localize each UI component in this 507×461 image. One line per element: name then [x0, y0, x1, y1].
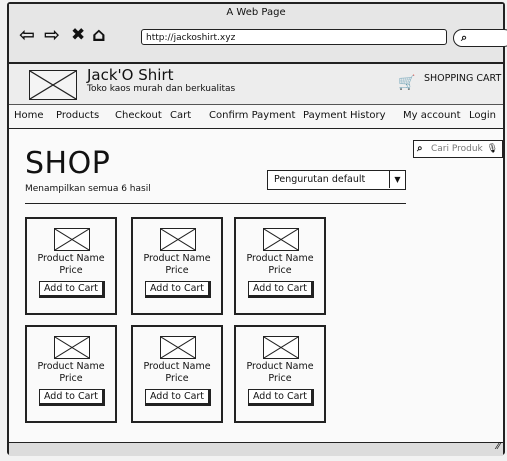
brand-tagline: Toko kaos murah dan berkualitas	[87, 84, 236, 94]
add-to-cart-button[interactable]: Add to Cart	[145, 389, 211, 406]
add-to-cart-button[interactable]: Add to Cart	[145, 281, 211, 298]
product-name[interactable]: Product Name	[27, 253, 115, 264]
product-search-placeholder: Cari Produk	[431, 144, 483, 154]
divider	[25, 203, 406, 204]
url-bar[interactable]: http://jackoshirt.xyz	[141, 29, 447, 45]
product-image-placeholder	[263, 336, 299, 359]
menu-item-payment-history[interactable]: Payment History	[303, 110, 386, 121]
site-header: Jack'O Shirt Toko kaos murah dan berkual…	[9, 64, 503, 105]
product-image-placeholder	[160, 336, 196, 359]
product-card[interactable]: Product Name Price Add to Cart	[25, 325, 117, 423]
product-name[interactable]: Product Name	[27, 361, 115, 372]
product-image-placeholder	[263, 228, 299, 251]
product-name[interactable]: Product Name	[133, 253, 221, 264]
browser-search-field[interactable]: ⌕	[453, 29, 507, 47]
sort-dropdown[interactable]: Pengurutan default ▼	[267, 170, 406, 190]
browser-window: A Web Page ⇦ ⇨ ✖ ⌂ http://jackoshirt.xyz…	[7, 2, 507, 456]
sort-selected-value: Pengurutan default	[274, 174, 366, 185]
product-card[interactable]: Product Name Price Add to Cart	[25, 217, 117, 315]
microphone-icon[interactable]: 🎙	[487, 141, 498, 157]
product-price: Price	[165, 373, 189, 384]
product-card[interactable]: Product Name Price Add to Cart	[131, 325, 223, 423]
product-name[interactable]: Product Name	[236, 361, 324, 372]
window-title: A Web Page	[226, 7, 286, 18]
back-arrow-icon[interactable]: ⇦	[19, 26, 35, 45]
close-icon[interactable]: ✖	[71, 26, 85, 44]
product-price: Price	[165, 265, 189, 276]
product-image-placeholder	[54, 336, 90, 359]
menu-item-confirm-payment[interactable]: Confirm Payment	[209, 110, 295, 121]
product-price: Price	[268, 265, 292, 276]
product-card[interactable]: Product Name Price Add to Cart	[131, 217, 223, 315]
product-price: Price	[59, 373, 83, 384]
product-price: Price	[59, 265, 83, 276]
logo-image-placeholder	[29, 70, 77, 100]
product-name[interactable]: Product Name	[236, 253, 324, 264]
browser-toolbar: A Web Page ⇦ ⇨ ✖ ⌂ http://jackoshirt.xyz…	[9, 4, 507, 64]
add-to-cart-button[interactable]: Add to Cart	[248, 389, 314, 406]
product-card[interactable]: Product Name Price Add to Cart	[234, 217, 326, 315]
product-image-placeholder	[160, 228, 196, 251]
menu-item-products[interactable]: Products	[56, 110, 99, 121]
add-to-cart-button[interactable]: Add to Cart	[248, 281, 314, 298]
menu-item-my-account[interactable]: My account	[403, 110, 461, 121]
forward-arrow-icon[interactable]: ⇨	[44, 26, 60, 45]
search-icon: ⌕	[417, 143, 423, 154]
add-to-cart-button[interactable]: Add to Cart	[39, 281, 105, 298]
product-price: Price	[268, 373, 292, 384]
shopping-cart-icon[interactable]: 🛒	[398, 75, 415, 91]
menu-item-home[interactable]: Home	[14, 110, 44, 121]
result-count: Menampilkan semua 6 hasil	[25, 184, 151, 194]
resize-handle-icon[interactable]: ⁄⁄	[497, 441, 500, 452]
search-icon: ⌕	[461, 31, 468, 44]
page-title: SHOP	[25, 146, 111, 181]
product-search-input[interactable]: ⌕ Cari Produk 🎙	[413, 140, 503, 158]
shopping-cart-link[interactable]: SHOPPING CART	[424, 73, 501, 84]
main-menu: Home Products Checkout Cart Confirm Paym…	[9, 106, 503, 129]
shop-content: SHOP Menampilkan semua 6 hasil Penguruta…	[9, 129, 503, 442]
product-card[interactable]: Product Name Price Add to Cart	[234, 325, 326, 423]
menu-item-login[interactable]: Login	[469, 110, 496, 121]
chevron-down-icon[interactable]: ▼	[389, 171, 405, 188]
product-name[interactable]: Product Name	[133, 361, 221, 372]
brand-name[interactable]: Jack'O Shirt	[87, 68, 174, 83]
menu-item-cart[interactable]: Cart	[170, 110, 191, 121]
status-bar: ⁄⁄	[9, 441, 503, 456]
menu-item-checkout[interactable]: Checkout	[115, 110, 162, 121]
product-image-placeholder	[54, 228, 90, 251]
add-to-cart-button[interactable]: Add to Cart	[39, 389, 105, 406]
home-icon[interactable]: ⌂	[92, 26, 106, 45]
